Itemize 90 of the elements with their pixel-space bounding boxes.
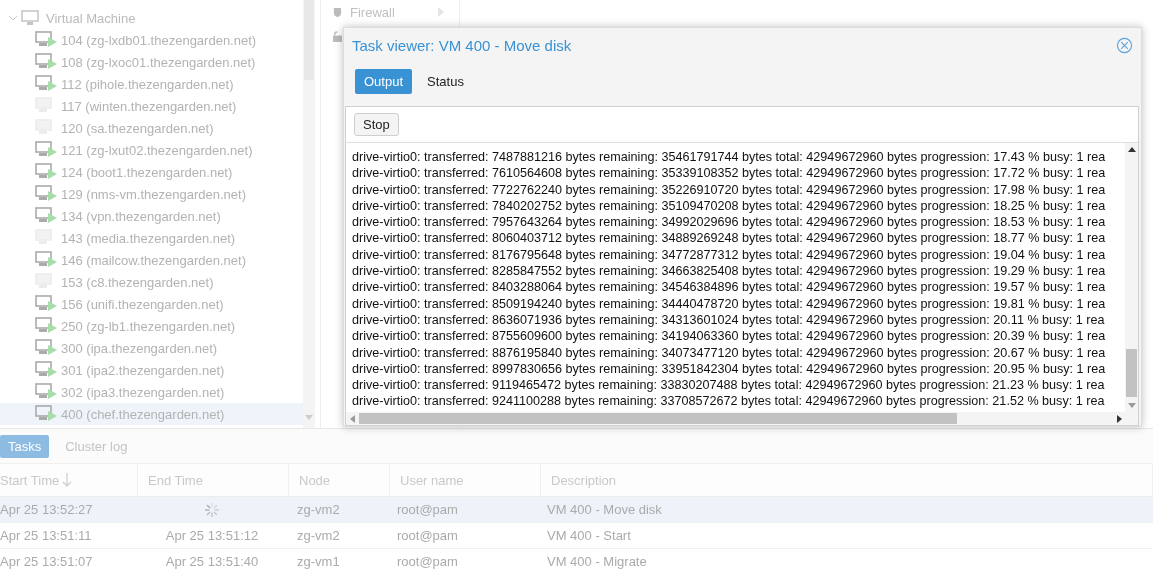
scroll-down-icon[interactable]	[305, 415, 313, 420]
table-cell-text: zg-vm2	[296, 527, 341, 545]
tree-item[interactable]: 104 (zg-lxdb01.thezengarden.net)	[0, 29, 303, 51]
table-cell-text: VM 400 - Move disk	[546, 501, 663, 519]
running-vm-icon	[35, 75, 59, 93]
running-vm-icon	[35, 339, 59, 357]
table-cell-text: VM 400 - Start	[546, 527, 632, 545]
log-line: drive-virtio0: transferred: 7957643264 bytes remaining: 34992029696 bytes total: 42949672960 bytes progression: 18.53 % busy: 1 rea	[352, 214, 1107, 231]
running-vm-icon	[35, 141, 59, 159]
running-vm-icon	[35, 31, 59, 49]
log-line: drive-virtio0: transferred: 7610564608 bytes remaining: 35339108352 bytes total: 42949672960 bytes progression: 17.72 % busy: 1 rea	[352, 165, 1107, 182]
tab[interactable]: Output	[355, 68, 413, 94]
sort-down-icon	[62, 473, 73, 487]
table-cell-text: Apr 25 13:52:27	[0, 501, 94, 519]
nav-item[interactable]: Firewall	[321, 0, 459, 24]
log-line: drive-virtio0: transferred: 8403288064 bytes remaining: 34546384896 bytes total: 42949672960 bytes progression: 19.57 % busy: 1 rea	[352, 279, 1107, 296]
monitor-icon	[21, 10, 39, 26]
running-vm-icon	[35, 251, 59, 269]
table-cell-text: Apr 25 13:51:07	[0, 553, 94, 571]
log-line: drive-virtio0: transferred: 9119465472 bytes remaining: 33830207488 bytes total: 42949672960 bytes progression: 21.23 % busy: 1 rea	[352, 377, 1106, 394]
window-title: Task viewer: VM 400 - Move disk	[352, 36, 572, 54]
spinner-icon	[204, 501, 220, 518]
stop-button[interactable]: Stop	[354, 113, 399, 136]
running-vm-icon	[35, 185, 59, 203]
vertical-scrollbar[interactable]	[1125, 143, 1138, 412]
log-line: drive-virtio0: transferred: 8176795648 bytes remaining: 34772877312 bytes total: 42949672960 bytes progression: 19.04 % busy: 1 rea	[352, 246, 1107, 264]
log-line: drive-virtio0: transferred: 8060403712 bytes remaining: 34889269248 bytes total: 42949672960 bytes progression: 18.77 % busy: 1 rea	[352, 230, 1107, 247]
lock-icon	[333, 30, 342, 42]
tree-item[interactable]: 153 (c8.thezengarden.net)	[0, 271, 303, 293]
tree-item[interactable]: 124 (boot1.thezengarden.net)	[0, 161, 303, 183]
running-vm-icon	[35, 207, 59, 225]
tree-item[interactable]: 146 (mailcow.thezengarden.net)	[0, 249, 303, 271]
scroll-up-icon[interactable]	[1127, 147, 1136, 152]
tree-item[interactable]: 121 (zg-lxut02.thezengarden.net)	[0, 139, 303, 161]
table-cell-text: root@pam	[396, 553, 459, 571]
shield-icon	[333, 6, 342, 18]
tree-item[interactable]: 156 (unifi.thezengarden.net)	[0, 293, 303, 315]
running-vm-icon	[35, 317, 59, 335]
scrollbar-thumb[interactable]	[359, 413, 957, 424]
caret-icon[interactable]	[8, 13, 18, 23]
scroll-right-icon[interactable]	[1117, 414, 1122, 423]
table-cell-text: zg-vm1	[296, 553, 341, 571]
tab[interactable]: Tasks	[0, 434, 50, 458]
task-row[interactable]: Apr 25 13:52:27 zg-vm2 root@pam VM 400 - Move disk	[0, 497, 1153, 523]
running-vm-icon	[35, 405, 59, 423]
log-line: drive-virtio0: transferred: 8636071936 bytes remaining: 34313601024 bytes total: 42949672960 bytes progression: 20.11 % busy: 1 rea	[352, 311, 1106, 329]
log-line: drive-virtio0: transferred: 8876195840 bytes remaining: 34073477120 bytes total: 42949672960 bytes progression: 20.67 % busy: 1 rea	[352, 344, 1107, 361]
tree-item[interactable]: 112 (pihole.thezengarden.net)	[0, 73, 303, 95]
tree-group-label[interactable]: Virtual Machine	[46, 10, 136, 26]
close-icon[interactable]	[1116, 36, 1133, 54]
table-cell-text: zg-vm2	[296, 501, 341, 519]
tree-item[interactable]: 108 (zg-lxoc01.thezengarden.net)	[0, 51, 303, 73]
running-vm-icon	[35, 383, 59, 401]
scrollbar-thumb[interactable]	[1126, 349, 1137, 397]
log-line: drive-virtio0: transferred: 7487881216 bytes remaining: 35461791744 bytes total: 42949672960 bytes progression: 17.43 % busy: 1 rea	[352, 149, 1107, 166]
chevron-icon	[438, 7, 444, 17]
tree-item[interactable]: 134 (vpn.thezengarden.net)	[0, 205, 303, 227]
tree-item[interactable]: 250 (zg-lb1.thezengarden.net)	[0, 315, 303, 337]
tree-item[interactable]: 400 (chef.thezengarden.net)	[0, 403, 303, 425]
table-cell-text: root@pam	[396, 527, 459, 545]
tree-item[interactable]: 129 (nms-vm.thezengarden.net)	[0, 183, 303, 205]
log-line: drive-virtio0: transferred: 9241100288 bytes remaining: 33708572672 bytes total: 42949672960 bytes progression: 21.52 % busy: 1 rea	[352, 393, 1106, 410]
log-line: drive-virtio0: transferred: 8997830656 bytes remaining: 33951842304 bytes total: 42949672960 bytes progression: 20.95 % busy: 1 rea	[352, 360, 1107, 378]
table-cell-text: Apr 25 13:51:11	[0, 527, 93, 545]
tab[interactable]: Status	[418, 68, 473, 94]
running-vm-icon	[35, 53, 59, 71]
tree-item[interactable]: 301 (ipa2.thezengarden.net)	[0, 359, 303, 381]
tree-item[interactable]: 300 (ipa.thezengarden.net)	[0, 337, 303, 359]
log-line: drive-virtio0: transferred: 7722762240 bytes remaining: 35226910720 bytes total: 42949672960 bytes progression: 17.98 % busy: 1 rea	[352, 181, 1107, 198]
table-cell-text: VM 400 - Migrate	[546, 553, 648, 571]
table-cell-text: root@pam	[396, 501, 459, 519]
log-line: drive-virtio0: transferred: 8509194240 bytes remaining: 34440478720 bytes total: 42949672960 bytes progression: 19.81 % busy: 1 rea	[352, 295, 1107, 312]
tree-item[interactable]: 120 (sa.thezengarden.net)	[0, 117, 303, 139]
table-cell: Apr 25 13:51:40	[165, 554, 259, 569]
task-row[interactable]: Apr 25 13:51:07 Apr 25 13:51:40 zg-vm1 root@pam VM 400 - Migrate	[0, 549, 1153, 571]
log-line: drive-virtio0: transferred: 7840202752 bytes remaining: 35109470208 bytes total: 42949672960 bytes progression: 18.25 % busy: 1 rea	[352, 197, 1107, 215]
scrollbar[interactable]	[303, 0, 315, 428]
task-row[interactable]: Apr 25 13:51:11 Apr 25 13:51:12 zg-vm2 root@pam VM 400 - Start	[0, 523, 1153, 549]
log-line: drive-virtio0: transferred: 8285847552 bytes remaining: 34663825408 bytes total: 42949672960 bytes progression: 19.29 % busy: 1 rea	[352, 263, 1107, 280]
tree-item[interactable]: 143 (media.thezengarden.net)	[0, 227, 303, 249]
scroll-down-icon[interactable]	[1127, 403, 1136, 408]
log-line: drive-virtio0: transferred: 8755609600 bytes remaining: 34194063360 bytes total: 42949672960 bytes progression: 20.39 % busy: 1 rea	[352, 328, 1107, 345]
tree-item[interactable]: 117 (winten.thezengarden.net)	[0, 95, 303, 117]
running-vm-icon	[35, 163, 59, 181]
table-cell: Apr 25 13:51:12	[165, 528, 259, 543]
running-vm-icon	[35, 361, 59, 379]
horizontal-scrollbar[interactable]	[346, 412, 1138, 425]
tree-item[interactable]: 302 (ipa3.thezengarden.net)	[0, 381, 303, 403]
running-vm-icon	[35, 295, 59, 313]
scroll-left-icon[interactable]	[350, 414, 355, 423]
